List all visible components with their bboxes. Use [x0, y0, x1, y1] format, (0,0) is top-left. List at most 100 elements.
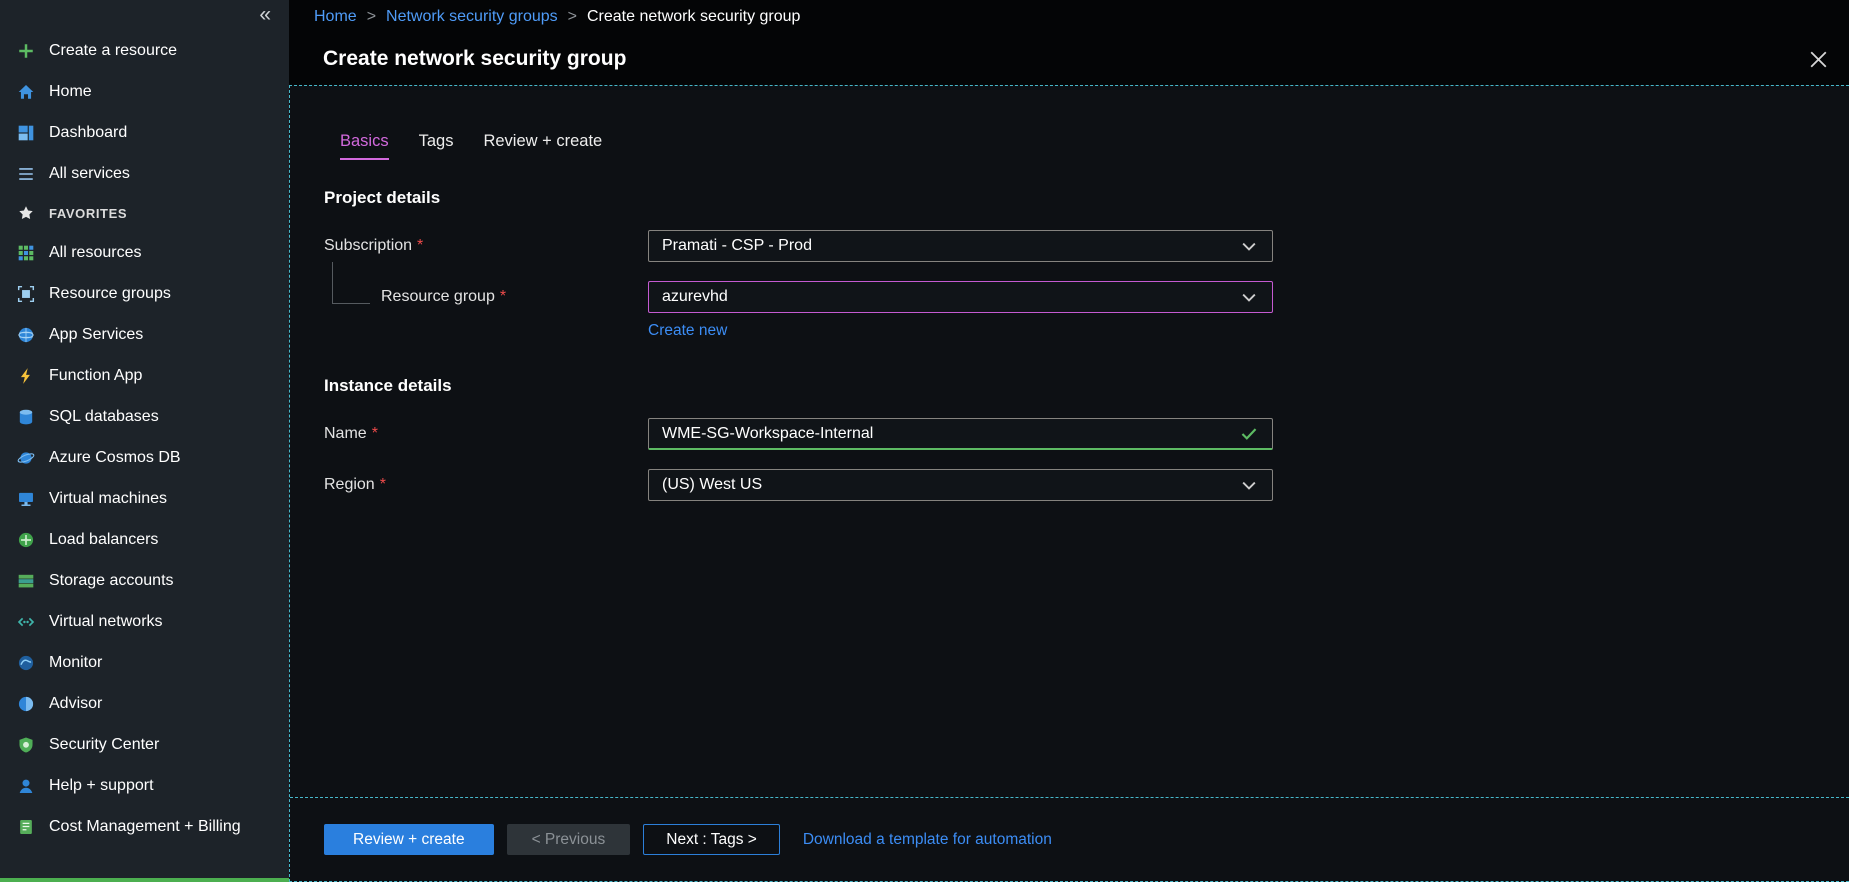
basics-form: Project details Subscription * Pramati -… [290, 188, 1849, 501]
sidebar-item-label: Advisor [49, 695, 102, 713]
required-asterisk: * [372, 425, 378, 443]
sidebar-item-label: All resources [49, 244, 141, 262]
sidebar-collapse-icon[interactable]: « [0, 0, 289, 30]
sidebar-item-app-services[interactable]: App Services [0, 314, 289, 355]
sidebar-item-virtual-networks[interactable]: Virtual networks [0, 601, 289, 642]
region-row: Region * (US) West US [324, 469, 1849, 501]
sidebar-section-label: FAVORITES [49, 206, 127, 221]
tab-tags[interactable]: Tags [419, 132, 454, 160]
instance-details-heading: Instance details [324, 376, 1849, 396]
load-balancers-icon [16, 530, 36, 550]
region-dropdown[interactable]: (US) West US [648, 469, 1273, 501]
cost-management-icon [16, 817, 36, 837]
tab-basics[interactable]: Basics [340, 132, 389, 160]
sidebar-item-security-center[interactable]: Security Center [0, 724, 289, 765]
close-icon[interactable] [1810, 51, 1827, 68]
sidebar-item-help-support[interactable]: Help + support [0, 765, 289, 806]
page-title: Create network security group [323, 47, 626, 71]
resource-group-label: Resource group * [324, 288, 648, 306]
previous-button[interactable]: < Previous [507, 824, 631, 855]
region-label-text: Region [324, 476, 375, 494]
breadcrumb: Home > Network security groups > Create … [289, 0, 1849, 33]
sidebar-item-storage-accounts[interactable]: Storage accounts [0, 560, 289, 601]
monitor-icon [16, 653, 36, 673]
required-asterisk: * [417, 237, 423, 255]
sidebar-item-monitor[interactable]: Monitor [0, 642, 289, 683]
cosmos-db-icon [16, 448, 36, 468]
subscription-label-text: Subscription [324, 237, 412, 255]
sidebar-item-label: Load balancers [49, 531, 158, 549]
region-value: (US) West US [662, 476, 762, 494]
sidebar-item-label: Help + support [49, 777, 154, 795]
indent-connector-line [332, 262, 370, 304]
sidebar-item-dashboard[interactable]: Dashboard [0, 112, 289, 153]
chevron-down-icon [1239, 475, 1259, 495]
subscription-value: Pramati - CSP - Prod [662, 237, 812, 255]
sidebar-item-virtual-machines[interactable]: Virtual machines [0, 478, 289, 519]
name-row: Name * WME-SG-Workspace-Internal [324, 418, 1849, 450]
sidebar: « Create a resource Home Dashboard All s… [0, 0, 289, 882]
sidebar-section-favorites: FAVORITES [0, 194, 289, 232]
resource-group-label-text: Resource group [381, 288, 495, 306]
sidebar-item-load-balancers[interactable]: Load balancers [0, 519, 289, 560]
security-center-icon [16, 735, 36, 755]
sidebar-item-label: Virtual machines [49, 490, 167, 508]
sidebar-item-sql-databases[interactable]: SQL databases [0, 396, 289, 437]
main-area: Home > Network security groups > Create … [289, 0, 1849, 882]
sidebar-item-advisor[interactable]: Advisor [0, 683, 289, 724]
advisor-icon [16, 694, 36, 714]
sidebar-item-label: Home [49, 83, 92, 101]
storage-accounts-icon [16, 571, 36, 591]
tab-bar: Basics Tags Review + create [340, 132, 1849, 160]
home-icon [16, 82, 36, 102]
sidebar-item-label: Security Center [49, 736, 159, 754]
region-label: Region * [324, 476, 648, 494]
subscription-row: Subscription * Pramati - CSP - Prod [324, 230, 1849, 262]
star-icon [16, 203, 36, 223]
sidebar-item-all-resources[interactable]: All resources [0, 232, 289, 273]
project-details-heading: Project details [324, 188, 1849, 208]
next-tags-button[interactable]: Next : Tags > [643, 824, 780, 855]
resource-group-value: azurevhd [662, 288, 728, 306]
subscription-label: Subscription * [324, 237, 648, 255]
sidebar-item-label: Azure Cosmos DB [49, 449, 181, 467]
breadcrumb-nsg-link[interactable]: Network security groups [386, 8, 558, 26]
sidebar-item-azure-cosmos-db[interactable]: Azure Cosmos DB [0, 437, 289, 478]
resource-groups-icon [16, 284, 36, 304]
sidebar-item-cost-management[interactable]: Cost Management + Billing [0, 806, 289, 847]
subscription-dropdown[interactable]: Pramati - CSP - Prod [648, 230, 1273, 262]
required-asterisk: * [500, 288, 506, 306]
sidebar-item-label: All services [49, 165, 130, 183]
sidebar-item-label: Monitor [49, 654, 102, 672]
resource-group-dropdown[interactable]: azurevhd [648, 281, 1273, 313]
breadcrumb-current-page: Create network security group [587, 8, 800, 26]
name-value: WME-SG-Workspace-Internal [662, 425, 873, 443]
plus-icon [16, 41, 36, 61]
blade-title-bar: Create network security group [289, 33, 1849, 85]
sidebar-bottom-accent-bar [0, 878, 289, 882]
resource-group-row: Resource group * azurevhd [324, 281, 1849, 313]
sidebar-item-label: Cost Management + Billing [49, 818, 241, 836]
name-label: Name * [324, 425, 648, 443]
tab-review-create[interactable]: Review + create [483, 132, 602, 160]
app-services-icon [16, 325, 36, 345]
valid-check-icon [1239, 424, 1259, 444]
download-template-link[interactable]: Download a template for automation [803, 831, 1052, 849]
create-new-link[interactable]: Create new [648, 322, 727, 339]
sidebar-item-resource-groups[interactable]: Resource groups [0, 273, 289, 314]
sidebar-item-label: Create a resource [49, 42, 177, 60]
sidebar-item-label: App Services [49, 326, 143, 344]
sidebar-item-all-services[interactable]: All services [0, 153, 289, 194]
breadcrumb-home-link[interactable]: Home [314, 8, 357, 26]
name-input[interactable]: WME-SG-Workspace-Internal [648, 418, 1273, 450]
sidebar-item-label: Storage accounts [49, 572, 174, 590]
sidebar-item-label: Resource groups [49, 285, 171, 303]
name-label-text: Name [324, 425, 367, 443]
sidebar-item-home[interactable]: Home [0, 71, 289, 112]
breadcrumb-separator-icon: > [357, 8, 386, 26]
sidebar-item-create-a-resource[interactable]: Create a resource [0, 30, 289, 71]
function-app-icon [16, 366, 36, 386]
review-create-button[interactable]: Review + create [324, 824, 494, 855]
sidebar-item-function-app[interactable]: Function App [0, 355, 289, 396]
sql-databases-icon [16, 407, 36, 427]
